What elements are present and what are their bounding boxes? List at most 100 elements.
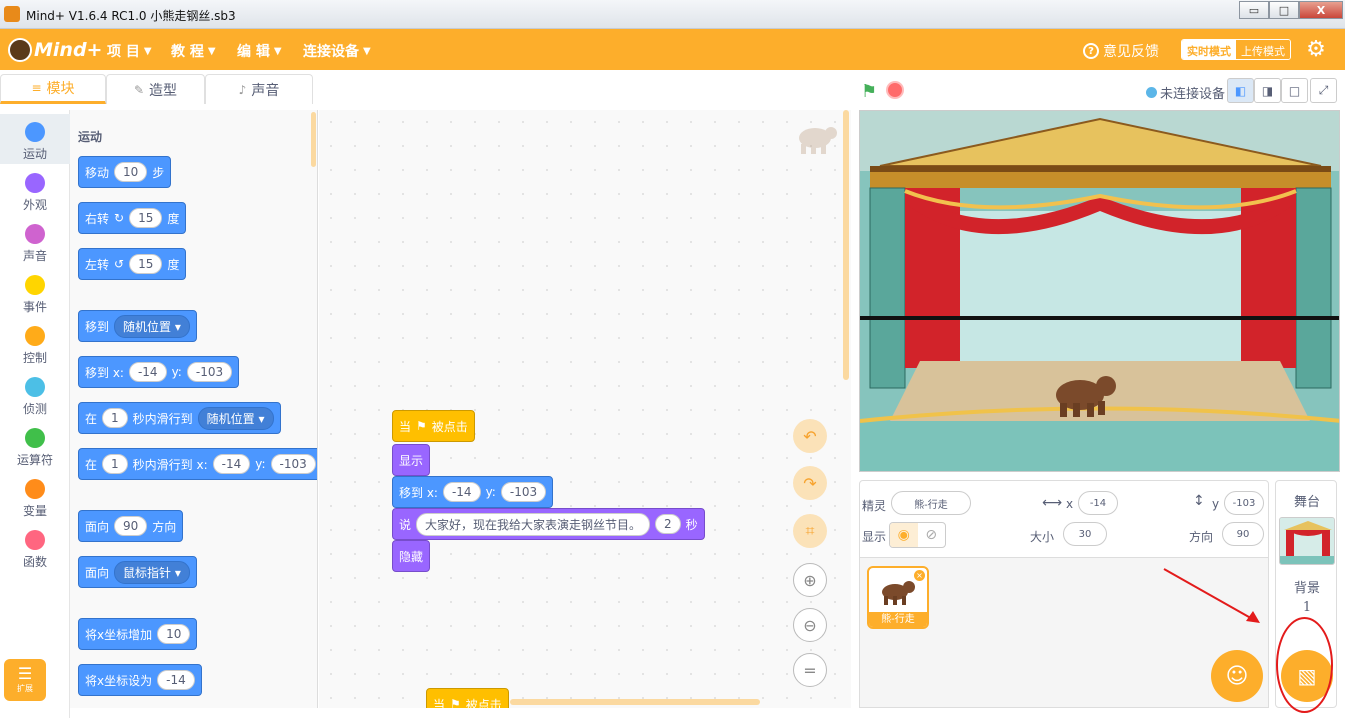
- palette-block[interactable]: 面向 90 方向: [78, 510, 184, 542]
- palette-block[interactable]: 移动 10 步: [78, 156, 172, 188]
- category-sensing[interactable]: 侦测: [0, 369, 70, 419]
- device-status-label: 未连接设备: [1160, 87, 1226, 102]
- maximize-button[interactable]: □: [1269, 1, 1299, 19]
- upload-mode-button[interactable]: 上传模式: [1236, 40, 1290, 59]
- live-mode-button[interactable]: 实时模式: [1182, 40, 1236, 59]
- block-number-input[interactable]: -103: [186, 362, 233, 382]
- category-events[interactable]: 事件: [0, 267, 70, 317]
- stage-thumbnail[interactable]: [1279, 517, 1335, 565]
- block-number-input[interactable]: 2: [655, 514, 681, 534]
- say-for-secs-block[interactable]: 说大家好，现在我给大家表演走钢丝节目。 2 秒: [392, 508, 705, 540]
- category-dot: [25, 122, 45, 142]
- workspace-horizontal-scrollbar[interactable]: [510, 699, 760, 705]
- add-sprite-cat-icon[interactable]: ☺: [1211, 650, 1263, 702]
- category-menu: 运动 外观 声音 事件 控制 侦测 运算符 变量 函数: [0, 110, 70, 718]
- script-workspace[interactable]: 当 ⚑ 被点击 显示 移到 x: -14 y: -103 说大家好，现在我给大家表演走钢丝节目。…: [319, 110, 851, 708]
- when-flag-clicked-block[interactable]: 当 ⚑ 被点击: [392, 410, 475, 442]
- sprite-name-input[interactable]: 熊-行走: [891, 491, 971, 515]
- workspace-vertical-scrollbar[interactable]: [843, 110, 849, 380]
- block-dropdown[interactable]: 随机位置 ▾: [197, 406, 274, 430]
- redo-icon[interactable]: ↷: [793, 466, 827, 500]
- menu-bar: Mind+ 项 目 ▼ 教 程 ▼ 编 辑 ▼ 连接设备 ▼ ? 意见反馈 实时模式 上…: [0, 29, 1345, 70]
- block-dropdown[interactable]: 鼠标指针 ▾: [114, 560, 190, 584]
- goto-xy-block[interactable]: 移到 x: -14 y: -103: [392, 476, 554, 508]
- palette-block[interactable]: 在 1 秒内滑行到 随机位置 ▾: [78, 402, 281, 434]
- stage-label: 舞台: [1293, 495, 1320, 510]
- tab-costumes[interactable]: ✎ 造型: [106, 74, 205, 104]
- block-number-input[interactable]: -103: [500, 482, 547, 502]
- menu-tutorial[interactable]: 教 程 ▼: [171, 41, 216, 61]
- block-number-input[interactable]: 90: [114, 516, 148, 536]
- palette-block[interactable]: 在 1 秒内滑行到 x: -14 y: -103: [78, 448, 317, 480]
- zoom-out-icon[interactable]: ⊖: [793, 608, 827, 642]
- menu-connect-device[interactable]: 连接设备 ▼: [303, 41, 371, 61]
- category-variables[interactable]: 变量: [0, 471, 70, 521]
- block-number-input[interactable]: -103: [270, 454, 316, 474]
- tab-label: 造型: [149, 82, 178, 99]
- category-control[interactable]: 控制: [0, 318, 70, 368]
- block-number-input[interactable]: -14: [128, 362, 167, 382]
- delete-sprite-icon[interactable]: ×: [914, 570, 925, 581]
- palette-scrollbar[interactable]: [311, 112, 316, 167]
- direction-input[interactable]: 90: [1222, 522, 1264, 546]
- palette-block[interactable]: 右转 ↻ 15 度: [78, 202, 187, 234]
- mindplus-logo[interactable]: Mind+: [8, 36, 102, 64]
- stop-icon[interactable]: [886, 81, 904, 99]
- menu-edit[interactable]: 编 辑 ▼: [237, 41, 282, 61]
- gear-icon[interactable]: ⚙: [1305, 39, 1327, 61]
- block-dropdown[interactable]: 随机位置 ▾: [114, 314, 190, 338]
- block-text: y:: [485, 485, 496, 499]
- green-flag-icon[interactable]: ⚑: [861, 81, 877, 102]
- y-label: y: [1212, 497, 1220, 511]
- block-number-input[interactable]: 1: [102, 408, 128, 428]
- block-number-input[interactable]: 10: [114, 162, 148, 182]
- feedback-label: 意见反馈: [1103, 44, 1159, 60]
- block-number-input[interactable]: -14: [212, 454, 251, 474]
- block-text: 将x坐标设为: [85, 673, 153, 688]
- block-number-input[interactable]: -14: [157, 670, 195, 690]
- palette-block[interactable]: 将x坐标设为 -14: [78, 664, 202, 696]
- minimize-button[interactable]: ▭: [1239, 1, 1269, 19]
- palette-block[interactable]: 面向 鼠标指针 ▾: [78, 556, 197, 588]
- fullscreen-icon[interactable]: ⤢: [1310, 78, 1337, 103]
- palette-block[interactable]: 将x坐标增加 10: [78, 618, 198, 650]
- when-flag-clicked-block[interactable]: 当 ⚑ 被点击: [426, 688, 509, 708]
- block-number-input[interactable]: 1: [102, 454, 128, 474]
- menu-project[interactable]: 项 目 ▼: [107, 41, 152, 61]
- layout-hide-stage-icon[interactable]: □: [1281, 78, 1308, 103]
- block-number-input[interactable]: -14: [442, 482, 481, 502]
- size-input[interactable]: 30: [1063, 522, 1107, 546]
- block-number-input[interactable]: 大家好，现在我给大家表演走钢丝节目。: [416, 512, 651, 536]
- palette-block[interactable]: 左转 ↺ 15 度: [78, 248, 187, 280]
- palette-block[interactable]: 移到 随机位置 ▾: [78, 310, 197, 342]
- tab-sounds[interactable]: ♪ 声音: [205, 74, 313, 104]
- category-sound[interactable]: 声音: [0, 216, 70, 266]
- y-input[interactable]: -103: [1224, 491, 1264, 515]
- show-block[interactable]: 显示: [392, 444, 431, 476]
- tab-code[interactable]: ≡ 模块: [0, 74, 106, 104]
- eye-icon[interactable]: ◉: [890, 523, 918, 547]
- layout-small-stage-icon[interactable]: ◧: [1227, 78, 1254, 103]
- x-input[interactable]: -14: [1078, 491, 1118, 515]
- block-number-input[interactable]: 15: [129, 254, 163, 274]
- hide-block[interactable]: 隐藏: [392, 540, 431, 572]
- category-operators[interactable]: 运算符: [0, 420, 70, 470]
- undo-icon[interactable]: ↶: [793, 419, 827, 453]
- category-motion[interactable]: 运动: [0, 114, 70, 164]
- close-button[interactable]: X: [1299, 1, 1343, 19]
- extensions-button[interactable]: ☰ 扩展: [4, 659, 46, 701]
- category-functions[interactable]: 函数: [0, 522, 70, 572]
- crop-icon[interactable]: ⌗: [793, 514, 827, 548]
- block-text: ⚑: [416, 419, 427, 433]
- block-number-input[interactable]: 15: [129, 208, 163, 228]
- category-looks[interactable]: 外观: [0, 165, 70, 215]
- zoom-in-icon[interactable]: ⊕: [793, 563, 827, 597]
- stage-canvas[interactable]: [859, 110, 1340, 472]
- sprite-thumbnail[interactable]: × 熊-行走: [867, 566, 929, 629]
- block-number-input[interactable]: 10: [157, 624, 191, 644]
- feedback-button[interactable]: ? 意见反馈: [1083, 41, 1159, 61]
- palette-block[interactable]: 移到 x: -14 y: -103: [78, 356, 240, 388]
- layout-normal-stage-icon[interactable]: ◨: [1254, 78, 1281, 103]
- eye-slash-icon[interactable]: ⊘: [918, 523, 946, 547]
- zoom-reset-icon[interactable]: =: [793, 653, 827, 687]
